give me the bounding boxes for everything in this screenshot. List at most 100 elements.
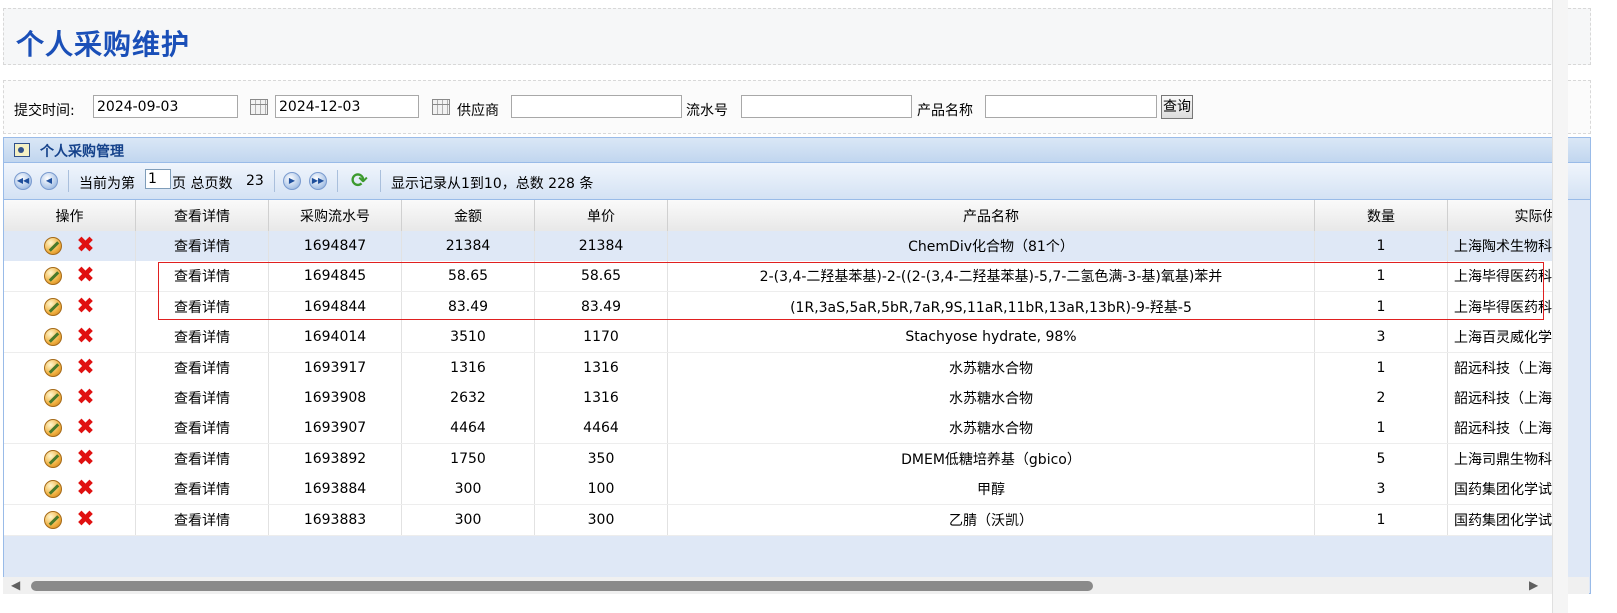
serial-cell: 1693884	[269, 474, 402, 505]
pager-separator	[68, 170, 69, 192]
quantity-cell: 1	[1315, 231, 1448, 261]
table-row[interactable]: ✖ 查看详情 1693908 2632 1316 水苏糖水合物 2 韶远科技（上海	[4, 383, 1564, 414]
detail-link[interactable]: 查看详情	[136, 504, 269, 535]
unit-price-cell: 1316	[535, 352, 668, 383]
delete-icon[interactable]: ✖	[76, 356, 94, 378]
product-name-cell: ChemDiv化合物（81个）	[668, 231, 1315, 261]
calendar-icon[interactable]	[250, 99, 268, 115]
detail-link[interactable]: 查看详情	[136, 413, 269, 444]
column-header[interactable]: 单价	[535, 200, 668, 231]
column-header[interactable]: 查看详情	[136, 200, 269, 231]
next-page-icon[interactable]: ▶	[283, 172, 301, 190]
scroll-right-icon[interactable]: ▶	[1529, 578, 1538, 592]
scrollbar-thumb[interactable]	[31, 581, 1093, 591]
unit-price-cell: 350	[535, 443, 668, 474]
table-row[interactable]: ✖ 查看详情 1693892 1750 350 DMEM低糖培养基（gbico） 5 上海司鼎…	[4, 443, 1564, 475]
delete-icon[interactable]: ✖	[76, 295, 94, 317]
highlight-box	[158, 262, 1544, 320]
column-header[interactable]: 采购流水号	[269, 200, 402, 231]
serial-cell: 1693883	[269, 504, 402, 535]
product-name-cell: Stachyose hydrate, 98%	[668, 322, 1315, 353]
amount-cell: 21384	[402, 231, 535, 261]
supplier-cell: 韶远科技（上海	[1448, 383, 1564, 413]
action-cell: ✖	[4, 474, 136, 505]
column-header[interactable]: 操作	[4, 200, 136, 231]
page-title: 个人采购维护	[16, 28, 191, 61]
supplier-cell: 韶远科技（上海	[1448, 413, 1564, 444]
serial-cell: 1693907	[269, 413, 402, 444]
serial-cell: 1694014	[269, 322, 402, 353]
title-area: 个人采购维护	[3, 8, 1591, 65]
column-header[interactable]: 实际供	[1448, 200, 1564, 231]
table-row[interactable]: ✖ 查看详情 1694847 21384 21384 ChemDiv化合物（81个） 1 上海…	[4, 231, 1564, 262]
edit-icon[interactable]	[44, 297, 63, 316]
quantity-cell: 3	[1315, 322, 1448, 353]
scroll-left-icon[interactable]: ◀	[11, 578, 20, 592]
supplier-cell: 上海司鼎生物科	[1448, 443, 1564, 474]
column-header[interactable]: 金额	[402, 200, 535, 231]
delete-icon[interactable]: ✖	[76, 387, 94, 409]
table-row[interactable]: ✖ 查看详情 1693884 300 100 甲醇 3 国药集团化学试	[4, 474, 1564, 506]
first-page-icon[interactable]: ◀◀	[14, 172, 32, 190]
edit-icon[interactable]	[44, 267, 63, 286]
table-row[interactable]: ✖ 查看详情 1694014 3510 1170 Stachyose hydrate, 9…	[4, 322, 1564, 354]
delete-icon[interactable]: ✖	[76, 417, 94, 439]
unit-price-cell: 100	[535, 474, 668, 505]
prev-page-icon[interactable]: ◀	[40, 172, 58, 190]
detail-link[interactable]: 查看详情	[136, 322, 269, 353]
product-label: 产品名称	[917, 103, 973, 119]
edit-icon[interactable]	[44, 419, 63, 438]
edit-icon[interactable]	[44, 358, 63, 377]
edit-icon[interactable]	[44, 480, 63, 499]
action-cell: ✖	[4, 383, 136, 413]
edit-icon[interactable]	[44, 389, 63, 407]
detail-link[interactable]: 查看详情	[136, 231, 269, 261]
amount-cell: 1316	[402, 352, 535, 383]
table-row[interactable]: ✖ 查看详情 1693883 300 300 乙腈（沃凯） 1 国药集团化学试	[4, 504, 1564, 536]
serial-cell: 1694847	[269, 231, 402, 261]
amount-cell: 2632	[402, 383, 535, 413]
edit-icon[interactable]	[44, 449, 63, 468]
delete-icon[interactable]: ✖	[76, 447, 94, 469]
edit-icon[interactable]	[44, 328, 63, 347]
action-cell: ✖	[4, 352, 136, 383]
detail-link[interactable]: 查看详情	[136, 383, 269, 413]
serial-cell: 1693908	[269, 383, 402, 413]
detail-link[interactable]: 查看详情	[136, 352, 269, 383]
end-date-input[interactable]	[275, 95, 419, 118]
detail-link[interactable]: 查看详情	[136, 443, 269, 474]
table-row[interactable]: ✖ 查看详情 1693907 4464 4464 水苏糖水合物 1 韶远科技（上海	[4, 413, 1564, 445]
detail-link[interactable]: 查看详情	[136, 474, 269, 505]
query-button[interactable]: 查询	[1161, 95, 1193, 119]
current-page-prefix: 当前为第	[79, 176, 135, 192]
vertical-scrollbar[interactable]	[1552, 0, 1568, 613]
refresh-icon[interactable]: ⟳	[351, 170, 371, 190]
horizontal-scrollbar[interactable]: ◀ ▶	[3, 577, 1589, 594]
product-input[interactable]	[985, 95, 1157, 118]
action-cell: ✖	[4, 231, 136, 261]
start-date-input[interactable]	[93, 95, 238, 118]
unit-price-cell: 1316	[535, 383, 668, 413]
delete-icon[interactable]: ✖	[76, 508, 94, 530]
product-name-cell: 水苏糖水合物	[668, 413, 1315, 444]
edit-icon[interactable]	[44, 237, 63, 255]
purchase-panel: 个人采购管理 ◀◀ ◀ 当前为第 页 总页数 23 ▶ ▶▶ ⟳ 显示记录从1到…	[3, 137, 1591, 594]
quantity-cell: 1	[1315, 352, 1448, 383]
page-number-input[interactable]	[145, 169, 171, 189]
delete-icon[interactable]: ✖	[76, 235, 94, 257]
product-name-cell: 水苏糖水合物	[668, 352, 1315, 383]
delete-icon[interactable]: ✖	[76, 478, 94, 500]
supplier-input[interactable]	[511, 95, 682, 118]
column-header[interactable]: 产品名称	[668, 200, 1315, 231]
delete-icon[interactable]: ✖	[76, 326, 94, 348]
calendar-icon[interactable]	[432, 99, 450, 115]
delete-icon[interactable]: ✖	[76, 265, 94, 287]
action-cell: ✖	[4, 504, 136, 535]
panel-header: 个人采购管理	[4, 138, 1590, 163]
column-header[interactable]: 数量	[1315, 200, 1448, 231]
pager-toolbar: ◀◀ ◀ 当前为第 页 总页数 23 ▶ ▶▶ ⟳ 显示记录从1到10，总数 2…	[4, 163, 1590, 200]
table-row[interactable]: ✖ 查看详情 1693917 1316 1316 水苏糖水合物 1 韶远科技（上海	[4, 352, 1564, 384]
serial-input[interactable]	[741, 95, 912, 118]
edit-icon[interactable]	[44, 510, 63, 529]
last-page-icon[interactable]: ▶▶	[309, 172, 327, 190]
